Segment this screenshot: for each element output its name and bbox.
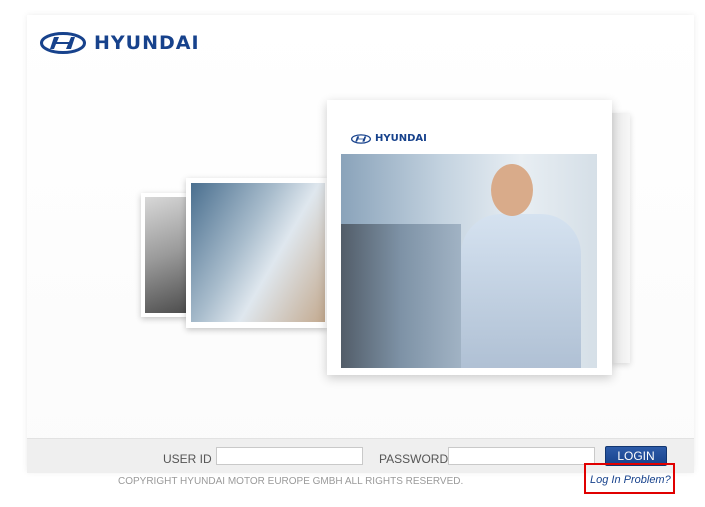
showcase-photo-car — [141, 193, 189, 317]
book-brand-name: HYUNDAI — [375, 133, 427, 144]
userid-input[interactable] — [216, 447, 363, 465]
hyundai-logo-icon — [40, 32, 86, 54]
showcase-photo-business — [186, 178, 328, 328]
book-photo-person-head — [491, 164, 533, 216]
login-problem-link[interactable]: Log In Problem? — [590, 474, 671, 486]
hyundai-logo-icon — [351, 133, 371, 144]
book-photo-person — [461, 214, 581, 368]
book-photo — [341, 154, 597, 368]
password-input[interactable] — [448, 447, 595, 465]
brand-name: HYUNDAI — [94, 32, 200, 54]
copyright-text: COPYRIGHT HYUNDAI MOTOR EUROPE GMBH ALL … — [118, 476, 464, 487]
book-logo: HYUNDAI — [351, 133, 427, 144]
showcase-book: HYUNDAI — [327, 100, 612, 375]
showcase-book-pages — [610, 113, 630, 363]
book-photo-background — [341, 224, 461, 368]
userid-label: USER ID — [163, 452, 212, 466]
login-page: HYUNDAI HYUNDAI USER ID PASSWORD LOGIN C… — [0, 0, 705, 507]
password-label: PASSWORD — [379, 452, 449, 466]
brand-logo: HYUNDAI — [40, 31, 200, 55]
